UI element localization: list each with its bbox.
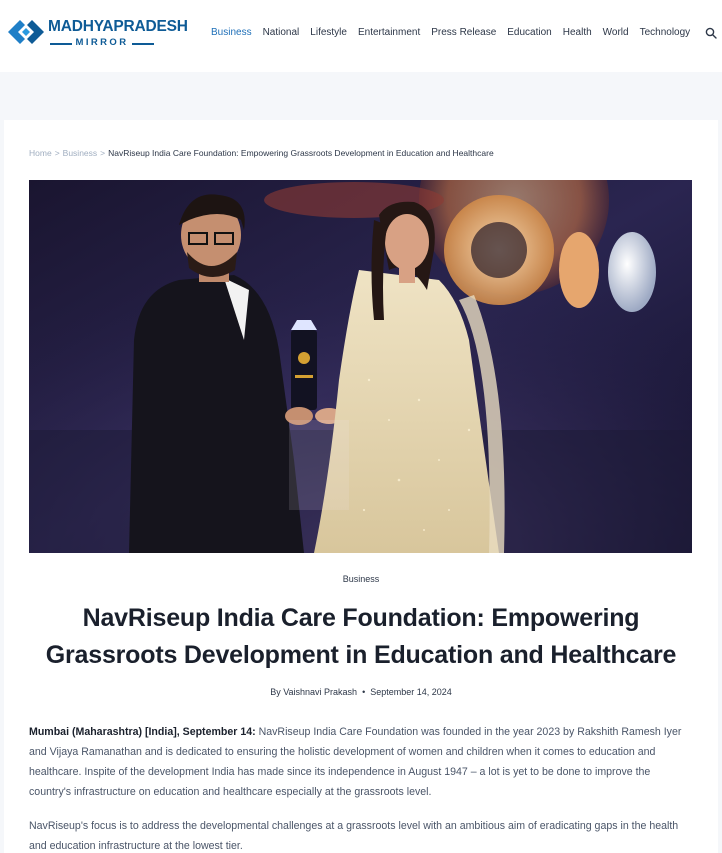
breadcrumb-current: NavRiseup India Care Foundation: Empower… [108,148,494,158]
nav-item-lifestyle[interactable]: Lifestyle [310,27,347,38]
breadcrumb-home[interactable]: Home [29,148,52,158]
article-title: NavRiseup India Care Foundation: Empower… [45,604,677,669]
publish-date: September 14, 2024 [370,687,452,697]
featured-image [29,180,692,553]
nav-item-world[interactable]: World [603,27,629,38]
breadcrumb: Home > Business > NavRiseup India Care Found… [29,148,494,158]
nav-item-press-release[interactable]: Press Release [431,27,496,38]
article-category[interactable]: Business [0,574,722,584]
nav-item-business[interactable]: Business [211,27,252,38]
article-paragraph: Mumbai (Maharashtra) [India], September … [29,722,693,802]
main-nav: Business National Lifestyle Entertainmen… [211,27,701,38]
logo-title: MADHYAPRADESH [48,18,188,35]
dateline: Mumbai (Maharashtra) [India], September … [29,726,256,738]
nav-item-education[interactable]: Education [507,27,551,38]
search-icon[interactable] [705,27,717,39]
logo-diamond-icon [8,20,44,44]
breadcrumb-separator: > [54,148,60,158]
nav-item-entertainment[interactable]: Entertainment [358,27,420,38]
nav-item-national[interactable]: National [263,27,300,38]
breadcrumb-section[interactable]: Business [63,148,98,158]
article-byline: By Vaishnavi Prakash • September 14, 2024 [270,687,452,697]
site-header: MADHYAPRADESH MIRROR Business National L… [0,0,722,72]
breadcrumb-separator: > [100,148,106,158]
nav-item-technology[interactable]: Technology [640,27,691,38]
author-name[interactable]: By Vaishnavi Prakash [270,687,357,697]
logo-subtitle: MIRROR [75,37,129,48]
article-paragraph: NavRiseup's focus is to address the deve… [29,820,679,852]
site-logo[interactable]: MADHYAPRADESH MIRROR [8,14,188,54]
nav-item-health[interactable]: Health [563,27,592,38]
